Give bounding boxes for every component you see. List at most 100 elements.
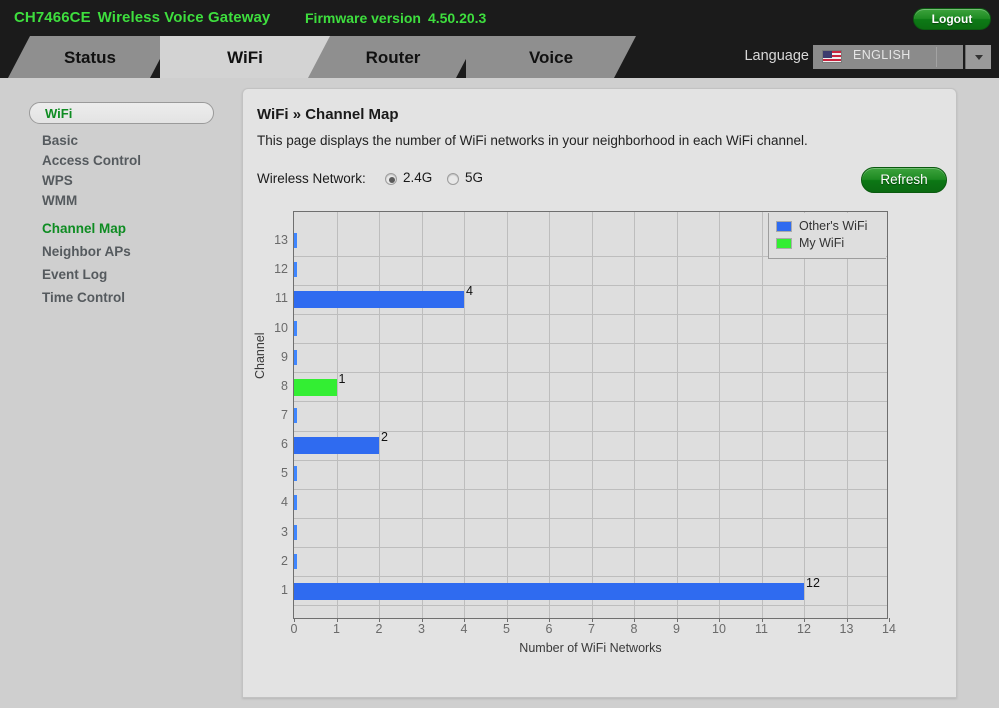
firmware-version: 4.50.20.3 <box>427 10 487 26</box>
chart-y-tick-label: 4 <box>281 495 288 510</box>
refresh-button[interactable]: Refresh <box>861 167 947 193</box>
language-selected-value: ENGLISH <box>853 48 911 62</box>
chart-y-tick-label: 7 <box>281 408 288 422</box>
device-product: Wireless Voice Gateway <box>97 9 271 26</box>
top-bar: CH7466CE Wireless Voice Gateway Firmware … <box>0 0 999 36</box>
chart-y-tick-label: 1 <box>281 582 288 597</box>
chart-legend: Other's WiFi My WiFi <box>768 213 886 259</box>
sidebar-header-wifi[interactable]: WiFi <box>29 102 214 124</box>
logout-button[interactable]: Logout <box>913 8 991 30</box>
chart-gridline-h <box>294 547 887 548</box>
chart-x-tick-label: 5 <box>503 622 510 636</box>
chart-gridline-h <box>294 518 887 519</box>
chart-gridline-v <box>464 212 465 618</box>
chart-x-axis-label: Number of WiFi Networks <box>519 641 662 655</box>
chart-gridline-v <box>379 212 380 618</box>
tab-shape <box>466 36 636 78</box>
chart-x-tick-label: 3 <box>418 622 425 636</box>
wireless-network-label: Wireless Network: <box>257 171 366 186</box>
main-tab-bar: Status WiFi Router Voice Language ENGLIS… <box>0 36 999 78</box>
chart-gridline-h <box>294 576 887 577</box>
chart-y-tickmark <box>294 495 297 511</box>
chart-y-tick-label: 9 <box>281 349 288 364</box>
chart-bar <box>294 582 804 600</box>
radio-2-4g-label[interactable]: 2.4G <box>403 170 432 185</box>
radio-5g[interactable] <box>447 173 459 185</box>
tab-wifi[interactable]: WiFi <box>160 36 330 78</box>
page-inner: WiFi Basic Access Control WPS WMM Channe… <box>14 78 971 708</box>
chart-y-tickmark <box>294 408 297 423</box>
sidebar-item-label: WMM <box>42 193 78 208</box>
tab-shape <box>308 36 478 78</box>
chart-gridline-v <box>804 212 805 618</box>
tab-voice[interactable]: Voice <box>466 36 636 78</box>
chart-x-tick-label: 0 <box>290 622 298 636</box>
sidebar-item-label: Basic <box>42 133 79 148</box>
chart-gridline-h <box>294 489 887 490</box>
radio-2-4g[interactable] <box>385 173 397 185</box>
chart-x-tick-label: 6 <box>545 622 553 636</box>
chart-bar <box>294 437 379 455</box>
chart-gridline-h <box>294 460 887 461</box>
chart-gridline-h <box>294 401 887 402</box>
tab-shape <box>8 36 172 78</box>
chevron-down-icon[interactable] <box>965 45 991 69</box>
tab-router[interactable]: Router <box>308 36 478 78</box>
sidebar-item-neighbor-aps[interactable]: Neighbor APs <box>42 242 222 262</box>
sidebar-item-time-control[interactable]: Time Control <box>42 288 222 308</box>
device-model: CH7466CE <box>14 9 91 26</box>
chart-y-tick-label: 11 <box>275 291 288 306</box>
chart-gridline-h <box>294 285 887 286</box>
legend-swatch <box>776 221 792 233</box>
language-dropdown[interactable]: ENGLISH <box>813 45 963 69</box>
page-description: This page displays the number of WiFi ne… <box>257 133 808 148</box>
tab-status[interactable]: Status <box>8 36 172 78</box>
router-admin-page: CH7466CE Wireless Voice Gateway Firmware … <box>0 0 999 708</box>
legend-label: Other's WiFi <box>799 219 868 234</box>
sidebar-item-basic[interactable]: Basic <box>42 131 222 151</box>
sidebar-item-channel-map[interactable]: Channel Map <box>42 219 222 239</box>
chart-gridline-v <box>336 212 338 618</box>
sidebar-item-wmm[interactable]: WMM <box>42 191 222 211</box>
sidebar-item-label: Access Control <box>42 153 142 168</box>
sidebar-item-event-log[interactable]: Event Log <box>42 265 222 285</box>
page-body: WiFi Basic Access Control WPS WMM Channe… <box>0 78 999 708</box>
chart-x-tick-label: 4 <box>460 622 468 636</box>
language-label: Language <box>744 48 809 64</box>
chart-gridline-v <box>506 212 508 618</box>
chart-gridline-v <box>549 212 550 618</box>
chart-y-tick-label: 5 <box>281 466 288 481</box>
sidebar: WiFi Basic Access Control WPS WMM Channe… <box>14 78 229 708</box>
sidebar-item-wps[interactable]: WPS <box>42 171 222 191</box>
chart-gridline-v <box>421 212 423 618</box>
brand-title: CH7466CE Wireless Voice Gateway <box>14 9 270 26</box>
sidebar-item-access-control[interactable]: Access Control <box>42 151 222 171</box>
chart-x-tick-label: 8 <box>630 622 638 636</box>
chart-gridline-v <box>634 212 635 618</box>
sidebar-item-label: Channel Map <box>42 221 127 236</box>
chart-x-tick-label: 11 <box>755 622 768 636</box>
firmware-label: Firmware version <box>305 10 421 26</box>
chart-bar-value-label: 2 <box>381 430 388 445</box>
sidebar-header-label: WiFi <box>45 106 73 121</box>
radio-5g-label[interactable]: 5G <box>465 170 483 185</box>
chart-bar-value-label: 4 <box>466 284 473 299</box>
chart-gridline-v <box>719 212 720 618</box>
legend-label: My WiFi <box>799 236 845 251</box>
legend-entry-mine: My WiFi <box>776 235 878 252</box>
divider <box>936 47 937 67</box>
firmware-info: Firmware version 4.50.20.3 <box>305 10 486 26</box>
sidebar-item-label: Time Control <box>42 290 126 305</box>
chart-y-tickmark <box>294 320 297 336</box>
chart-x-tick-label: 12 <box>797 622 811 636</box>
chart-x-tick-label: 9 <box>673 622 680 636</box>
us-flag-icon <box>822 50 842 63</box>
chart-x-tick-label: 2 <box>375 622 383 636</box>
chart-plot-area: 0 1 2 3 4 5 6 7 8 9 10 11 12 13 14 1 2 3 4 5 6 7 8 9 10 11 12 13 12 2… <box>274 211 896 636</box>
chart-gridline-v <box>761 212 763 618</box>
chart-gridline-h <box>294 314 887 315</box>
chart-y-tick-label: 2 <box>281 553 288 568</box>
chart-y-tick-label: 3 <box>281 524 288 539</box>
chart-y-tickmark <box>294 262 297 278</box>
tab-shape <box>160 36 330 78</box>
